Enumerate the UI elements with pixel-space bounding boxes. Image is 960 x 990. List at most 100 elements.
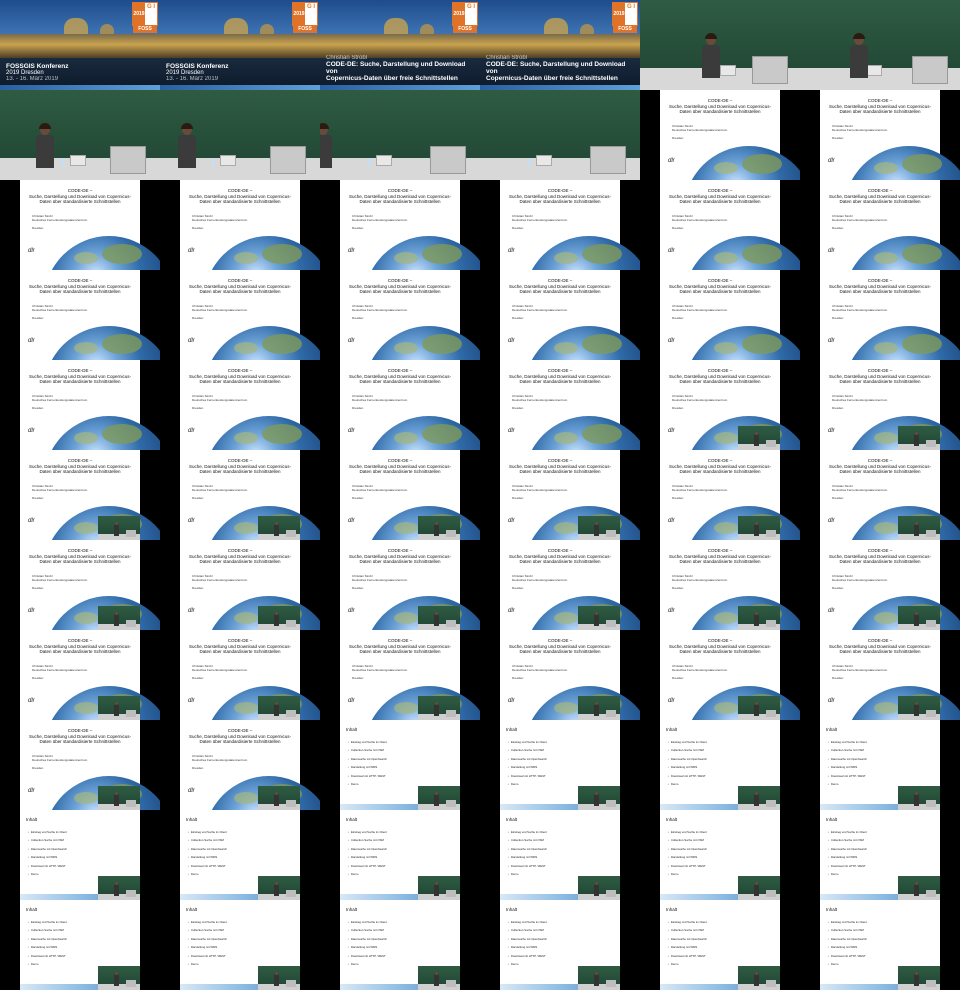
video-frame[interactable]: CODE-DE – Suche, Darstellung und Download… [320,270,480,360]
video-frame[interactable]: CODE-DE – Suche, Darstellung und Download… [640,180,800,270]
slide-title-line: Daten über standardisierte Schnittstelle… [679,469,761,474]
video-frame[interactable]: Inhalt Einstieg und Suche im ClientCollec… [640,900,800,990]
video-frame[interactable]: Inhalt Einstieg und Suche im ClientCollec… [480,900,640,990]
video-frame[interactable]: CODE-DE – Suche, Darstellung und Download… [160,180,320,270]
video-frame[interactable]: CODE-DE – Suche, Darstellung und Download… [160,720,320,810]
video-frame[interactable]: CODE-DE – Suche, Darstellung und Download… [480,450,640,540]
slide-author: Christian Strobl Deutsches Fernerkundungs… [32,484,87,500]
title-slide: CODE-DE – Suche, Darstellung und Download… [660,180,800,270]
video-frame[interactable] [160,90,320,180]
video-frame[interactable]: 2019 G I FOSS Christian Strobl CODE-DE: Such… [480,0,640,90]
video-frame[interactable]: CODE-DE – Suche, Darstellung und Download… [320,540,480,630]
speaker-head [275,702,278,705]
video-frame[interactable]: Inhalt Einstieg und Suche im ClientCollec… [800,810,960,900]
video-frame[interactable]: CODE-DE – Suche, Darstellung und Download… [480,180,640,270]
slide-author-line: Deutsches Fernerkundungsdatenzentrum [192,218,248,222]
video-frame[interactable]: CODE-DE – Suche, Darstellung und Download… [800,540,960,630]
video-frame[interactable]: CODE-DE – Suche, Darstellung und Download… [0,360,160,450]
video-frame[interactable]: CODE-DE – Suche, Darstellung und Download… [320,450,480,540]
video-frame[interactable]: CODE-DE – Suche, Darstellung und Download… [800,180,960,270]
video-frame[interactable]: CODE-DE – Suche, Darstellung und Download… [480,540,640,630]
speaker-inset [898,426,940,450]
podium [606,530,616,537]
video-frame[interactable]: CODE-DE – Suche, Darstellung und Download… [0,270,160,360]
video-frame[interactable]: Inhalt Einstieg und Suche im ClientCollec… [800,720,960,810]
video-frame[interactable]: CODE-DE – Suche, Darstellung und Download… [320,360,480,450]
speaker-inset [98,696,140,720]
video-frame[interactable]: CODE-DE – Suche, Darstellung und Download… [320,630,480,720]
video-frame[interactable]: Inhalt Einstieg und Suche im ClientCollec… [320,900,480,990]
video-frame[interactable]: CODE-DE – Suche, Darstellung und Download… [800,90,960,180]
video-frame[interactable]: Inhalt Einstieg und Suche im ClientCollec… [480,810,640,900]
video-frame[interactable]: CODE-DE – Suche, Darstellung und Download… [640,630,800,720]
video-frame[interactable]: Inhalt Einstieg und Suche im ClientCollec… [640,810,800,900]
video-frame[interactable]: CODE-DE – Suche, Darstellung und Download… [640,90,800,180]
video-frame[interactable]: 2019 G I FOSS Christian Strobl CODE-DE: Such… [320,0,480,90]
video-frame[interactable] [640,0,800,90]
video-frame[interactable]: CODE-DE – Suche, Darstellung und Download… [0,720,160,810]
speaker [114,794,119,806]
video-frame[interactable]: CODE-DE – Suche, Darstellung und Download… [480,360,640,450]
video-frame[interactable]: CODE-DE – Suche, Darstellung und Download… [320,180,480,270]
video-frame[interactable] [800,0,960,90]
title-slide: CODE-DE – Suche, Darstellung und Download… [180,450,320,540]
slide-author-line: Deutsches Fernerkundungsdatenzentrum [672,488,728,492]
video-frame[interactable]: Inhalt Einstieg und Suche im ClientCollec… [320,810,480,900]
slide-author: Christian Strobl Deutsches Fernerkundungs… [672,664,727,680]
video-frame[interactable]: CODE-DE – Suche, Darstellung und Download… [0,540,160,630]
speaker-inset [98,966,140,990]
video-frame[interactable] [0,90,160,180]
video-frame[interactable]: CODE-DE – Suche, Darstellung und Download… [0,180,160,270]
speaker [914,434,919,446]
video-frame[interactable] [320,90,480,180]
slide-title-line: Daten über standardisierte Schnittstelle… [519,559,601,564]
video-frame[interactable]: CODE-DE – Suche, Darstellung und Download… [160,270,320,360]
video-frame[interactable]: Inhalt Einstieg und Suche im ClientCollec… [320,720,480,810]
speaker-head [915,792,918,795]
video-frame[interactable]: CODE-DE – Suche, Darstellung und Download… [640,450,800,540]
video-frame[interactable]: CODE-DE – Suche, Darstellung und Download… [800,450,960,540]
speaker-head [275,612,278,615]
video-frame[interactable]: CODE-DE – Suche, Darstellung und Download… [160,360,320,450]
dlr-logo: dlr [348,698,355,704]
video-frame[interactable]: CODE-DE – Suche, Darstellung und Download… [640,270,800,360]
contents-item: Collection-Suche mit OSM [508,746,547,754]
speaker-inset [898,966,940,990]
speaker-inset [898,786,940,810]
earth-globe [44,236,160,270]
video-frame[interactable]: Inhalt Einstieg und Suche im ClientCollec… [800,900,960,990]
video-frame[interactable] [480,90,640,180]
video-frame[interactable]: Inhalt Einstieg und Suche im ClientCollec… [0,810,160,900]
video-frame[interactable]: CODE-DE – Suche, Darstellung und Download… [160,540,320,630]
video-frame[interactable]: Inhalt Einstieg und Suche im ClientCollec… [160,900,320,990]
video-frame[interactable]: CODE-DE – Suche, Darstellung und Download… [800,270,960,360]
slide-author-line: Deutsches Fernerkundungsdatenzentrum [352,398,408,402]
earth-globe [364,326,480,360]
video-frame[interactable]: CODE-DE – Suche, Darstellung und Download… [640,540,800,630]
title-slide: CODE-DE – Suche, Darstellung und Download… [180,270,320,360]
video-frame[interactable]: Inhalt Einstieg und Suche im ClientCollec… [0,900,160,990]
contents-item: Demo [348,780,387,788]
speaker-inset [418,876,460,900]
slide-author: Christian Strobl Deutsches Fernerkundungs… [352,214,407,230]
slide-author-line: Deutsches Fernerkundungsdatenzentrum [672,398,728,402]
video-frame[interactable]: CODE-DE – Suche, Darstellung und Download… [640,360,800,450]
video-frame[interactable]: CODE-DE – Suche, Darstellung und Download… [480,630,640,720]
video-frame[interactable]: 2019 G I FOSS FOSSGIS Konferenz 2019 Dresden… [0,0,160,90]
video-frame[interactable]: CODE-DE – Suche, Darstellung und Download… [160,630,320,720]
video-frame[interactable]: CODE-DE – Suche, Darstellung und Download… [0,630,160,720]
slide-title: CODE-DE – Suche, Darstellung und Download… [824,548,936,565]
video-frame[interactable]: Inhalt Einstieg und Suche im ClientCollec… [160,810,320,900]
video-frame[interactable]: Inhalt Einstieg und Suche im ClientCollec… [480,720,640,810]
video-frame[interactable]: CODE-DE – Suche, Darstellung und Download… [800,360,960,450]
video-frame[interactable]: CODE-DE – Suche, Darstellung und Download… [480,270,640,360]
video-frame[interactable]: 2019 G I FOSS FOSSGIS Konferenz 2019 Dresden… [160,0,320,90]
video-frame[interactable]: CODE-DE – Suche, Darstellung und Download… [0,450,160,540]
video-frame[interactable]: CODE-DE – Suche, Darstellung und Download… [160,450,320,540]
slide-title-line: Daten über standardisierte Schnittstelle… [359,469,441,474]
podium [606,980,616,987]
video-frame[interactable]: CODE-DE – Suche, Darstellung und Download… [800,630,960,720]
title-slide: CODE-DE – Suche, Darstellung und Download… [660,270,800,360]
slide-author-line: Dresden [192,766,204,770]
video-frame[interactable]: Inhalt Einstieg und Suche im ClientCollec… [640,720,800,810]
